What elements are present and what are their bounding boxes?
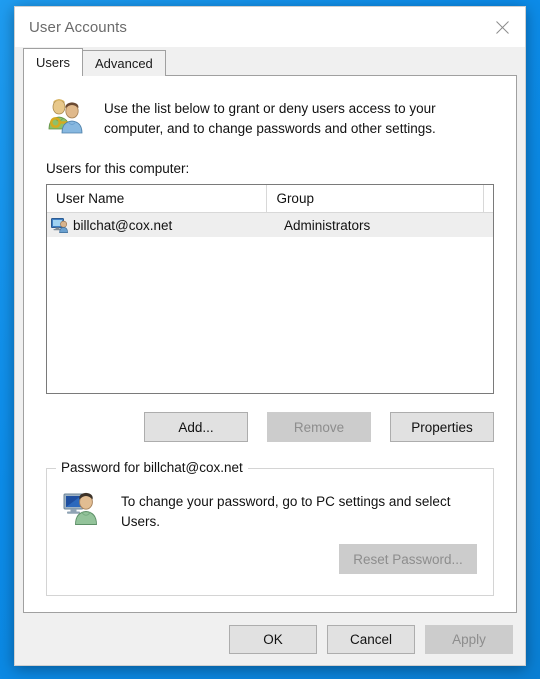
window-title: User Accounts [29,18,128,36]
title-bar: User Accounts [15,7,525,47]
password-group-description: To change your password, go to PC settin… [121,491,450,532]
tab-advanced-label: Advanced [94,56,153,71]
password-group-legend: Password for billchat@cox.net [56,460,248,475]
users-with-key-icon [46,98,86,134]
list-body: billchat@cox.net Administrators [47,213,493,237]
ok-button[interactable]: OK [229,624,317,654]
user-computer-icon [51,217,69,233]
password-group-content: To change your password, go to PC settin… [63,491,477,532]
reset-password-button: Reset Password... [339,544,477,574]
table-row[interactable]: billchat@cox.net Administrators [47,213,493,237]
tab-users[interactable]: Users [23,48,83,76]
column-header-group[interactable]: Group [267,185,484,212]
close-icon[interactable] [480,7,525,47]
cell-user-name-text: billchat@cox.net [73,217,173,233]
user-monitor-icon [63,491,99,525]
cell-user-name: billchat@cox.net [47,213,275,237]
header-description-line1: Use the list below to grant or deny user… [104,101,436,116]
password-description-line1: To change your password, go to PC settin… [121,494,451,509]
dialog-footer: OK Cancel Apply [15,613,525,665]
header-description: Use the list below to grant or deny user… [104,98,436,139]
tab-advanced[interactable]: Advanced [81,50,166,76]
header-description-line2: computer, and to change passwords and ot… [104,121,436,136]
password-group-buttons: Reset Password... [63,544,477,574]
properties-button[interactable]: Properties [390,412,494,442]
header-block: Use the list below to grant or deny user… [46,98,494,139]
tab-users-label: Users [36,55,70,70]
password-group-box: Password for billchat@cox.net To change … [46,460,494,596]
user-accounts-dialog: User Accounts Users Advanced Use the lis… [14,6,526,666]
password-description-line2: Users. [121,514,161,529]
column-header-filler [484,185,493,212]
desktop-background: User Accounts Users Advanced Use the lis… [0,0,540,679]
users-list-view[interactable]: User Name Group billchat@cox.net Adminis… [46,184,494,394]
users-list-label: Users for this computer: [46,161,190,176]
tab-strip: Users Advanced [15,47,525,76]
column-header-user-name[interactable]: User Name [47,185,268,212]
cancel-button[interactable]: Cancel [327,624,415,654]
apply-button: Apply [425,624,513,654]
list-action-buttons: Add... Remove Properties [46,412,494,442]
list-header-row: User Name Group [47,185,493,213]
remove-button: Remove [267,412,371,442]
cell-group: Administrators [284,217,371,233]
tab-page-users: Use the list below to grant or deny user… [23,75,517,613]
add-button[interactable]: Add... [144,412,248,442]
